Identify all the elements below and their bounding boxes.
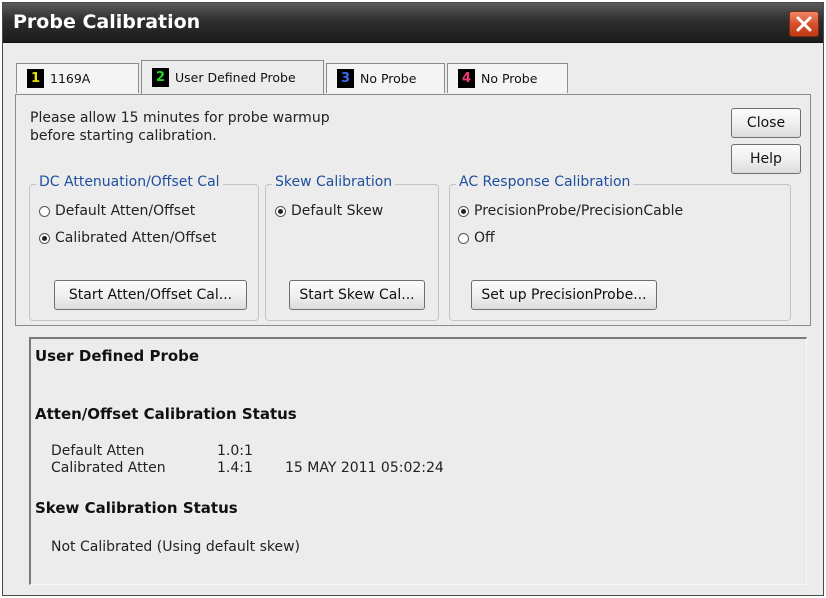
set-up-precisionprobe-button[interactable]: Set up PrecisionProbe...	[471, 280, 657, 310]
channel-2-badge: 2	[152, 68, 169, 87]
tab-label: User Defined Probe	[175, 70, 296, 85]
radio-off[interactable]: Off	[458, 230, 495, 246]
tab-1169a[interactable]: 1 1169A	[16, 63, 139, 93]
status-heading: User Defined Probe	[35, 347, 200, 365]
radio-label: Off	[474, 230, 495, 246]
ac-response-group-label: AC Response Calibration	[456, 174, 634, 190]
title-bar[interactable]: Probe Calibration	[3, 3, 823, 43]
skew-status-title: Skew Calibration Status	[35, 499, 238, 517]
tab-no-probe-4[interactable]: 4 No Probe	[447, 63, 568, 93]
tab-no-probe-3[interactable]: 3 No Probe	[326, 63, 445, 93]
radio-button-selected-icon	[458, 205, 469, 217]
dc-attenuation-group-label: DC Attenuation/Offset Cal	[36, 174, 223, 190]
radio-button-selected-icon	[39, 232, 50, 244]
radio-label: Default Skew	[291, 203, 384, 219]
tab-label: No Probe	[360, 71, 417, 86]
start-atten-offset-cal-button[interactable]: Start Atten/Offset Cal...	[54, 280, 247, 310]
probe-calibration-window: Probe Calibration 1 1169A 2 User Defined…	[2, 2, 824, 596]
radio-default-atten-offset[interactable]: Default Atten/Offset	[39, 203, 195, 219]
close-button[interactable]: Close	[731, 108, 801, 138]
radio-label: Default Atten/Offset	[55, 203, 196, 219]
start-skew-cal-button[interactable]: Start Skew Cal...	[289, 280, 425, 310]
calibration-date: 15 MAY 2011 05:02:24	[285, 460, 444, 476]
radio-precisionprobe-precisioncable[interactable]: PrecisionProbe/PrecisionCable	[458, 203, 683, 219]
default-atten-label: Default Atten	[51, 443, 145, 459]
calibration-status-panel: User Defined Probe Atten/Offset Calibrat…	[29, 337, 807, 585]
tab-label: No Probe	[481, 71, 538, 86]
channel-4-badge: 4	[458, 69, 475, 88]
radio-default-skew[interactable]: Default Skew	[275, 203, 383, 219]
radio-label: PrecisionProbe/PrecisionCable	[474, 203, 684, 219]
skew-calibration-group-label: Skew Calibration	[272, 174, 396, 190]
channel-1-badge: 1	[27, 69, 44, 88]
calibrated-atten-value: 1.4:1	[217, 460, 253, 476]
radio-button-icon	[458, 232, 469, 244]
calibrated-atten-label: Calibrated Atten	[51, 460, 166, 476]
channel-3-badge: 3	[337, 69, 354, 88]
radio-button-selected-icon	[275, 205, 286, 217]
default-atten-value: 1.0:1	[217, 443, 253, 459]
radio-label: Calibrated Atten/Offset	[55, 230, 217, 246]
window-close-button[interactable]	[789, 11, 819, 37]
help-button[interactable]: Help	[731, 144, 801, 174]
skew-status-text: Not Calibrated (Using default skew)	[51, 539, 301, 555]
close-x-icon	[796, 16, 812, 32]
radio-calibrated-atten-offset[interactable]: Calibrated Atten/Offset	[39, 230, 216, 246]
atten-status-title: Atten/Offset Calibration Status	[35, 405, 297, 423]
warmup-notice: Please allow 15 minutes for probe warmup…	[30, 110, 330, 144]
tab-user-defined-probe[interactable]: 2 User Defined Probe	[141, 60, 324, 94]
window-title: Probe Calibration	[13, 11, 201, 33]
radio-button-icon	[39, 205, 50, 217]
tab-label: 1169A	[50, 71, 91, 86]
